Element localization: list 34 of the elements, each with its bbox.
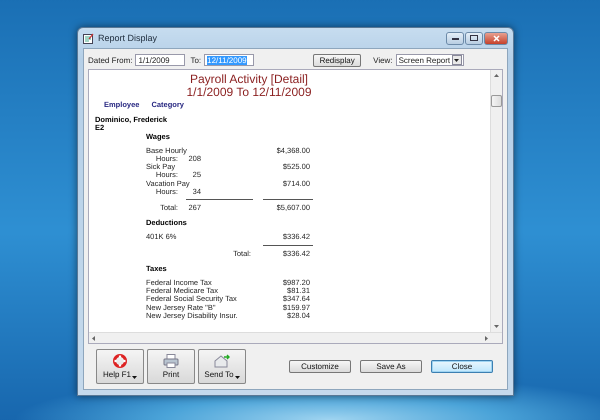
total-rule: [263, 199, 313, 200]
printer-icon: [163, 354, 179, 368]
report-icon: [83, 32, 94, 44]
dialog-button[interactable]: Customize: [289, 360, 351, 373]
scroll-down-icon[interactable]: [494, 325, 499, 328]
maximize-button[interactable]: [465, 32, 483, 44]
toolbar-button[interactable]: Help F1: [96, 349, 144, 384]
view-label: View:: [373, 56, 393, 64]
report-date-range: 1/1/2009 To 12/11/2009: [185, 86, 312, 99]
dialog-button[interactable]: Save As: [360, 360, 422, 373]
view-dropdown[interactable]: Screen Report: [396, 54, 464, 66]
total-rule: [186, 199, 253, 200]
toolbar-button[interactable]: Print: [147, 349, 195, 384]
lifebuoy-icon: [113, 354, 127, 368]
dropdown-arrow-icon: [454, 58, 460, 62]
report-title: Payroll Activity [Detail]: [188, 73, 310, 86]
toolbar-button[interactable]: Send To: [198, 349, 246, 384]
house-arrow-icon: [213, 354, 231, 368]
close-icon: [492, 34, 500, 42]
maximize-icon: [470, 35, 478, 41]
scrollbar-thumb[interactable]: [491, 95, 502, 107]
scroll-up-icon[interactable]: [494, 74, 499, 77]
to-label: To:: [190, 56, 202, 64]
scroll-right-icon[interactable]: [485, 336, 488, 340]
close-button[interactable]: [484, 32, 508, 44]
redisplay-button[interactable]: Redisplay: [313, 54, 362, 66]
scroll-left-icon[interactable]: [92, 336, 95, 340]
total-rule: [263, 244, 313, 246]
minimize-button[interactable]: [446, 32, 464, 44]
minimize-icon: [452, 36, 458, 40]
window-title: Report Display: [98, 33, 158, 43]
dialog-button[interactable]: Close: [431, 360, 493, 373]
from-date-field[interactable]: 1/1/2009: [135, 54, 186, 66]
from-label: Dated From:: [88, 56, 132, 64]
